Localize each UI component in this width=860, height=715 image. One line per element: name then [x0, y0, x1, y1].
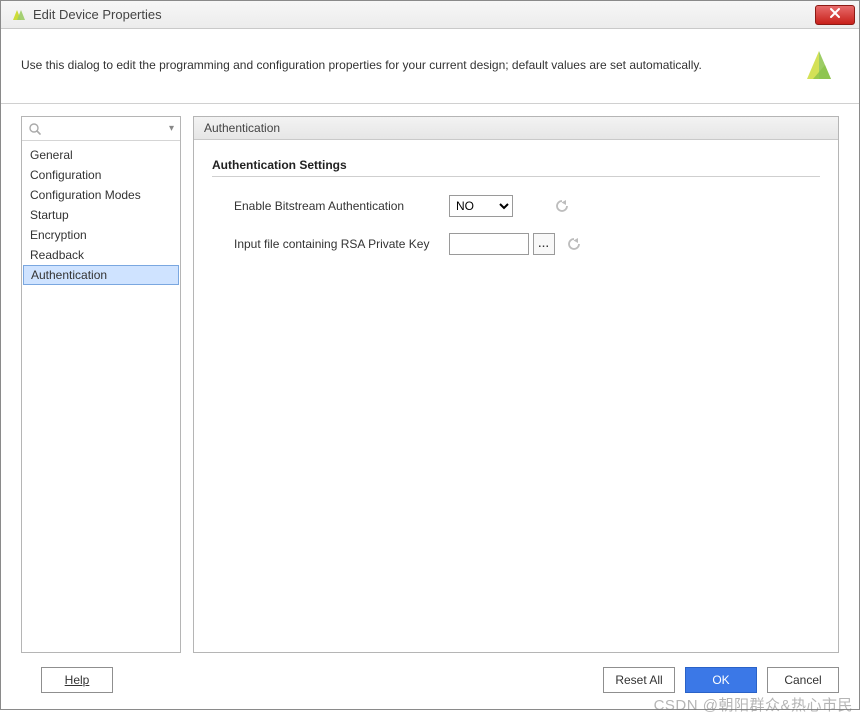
description-text: Use this dialog to edit the programming …	[21, 58, 787, 72]
ok-button[interactable]: OK	[685, 667, 757, 693]
sidebar-item-startup[interactable]: Startup	[22, 205, 180, 225]
search-input[interactable]	[44, 121, 167, 137]
sidebar-item-configuration-modes[interactable]: Configuration Modes	[22, 185, 180, 205]
brand-icon	[799, 45, 839, 85]
refresh-icon[interactable]	[565, 235, 583, 253]
sidebar-item-authentication[interactable]: Authentication	[23, 265, 179, 285]
app-icon	[9, 7, 25, 23]
help-button[interactable]: Help	[41, 667, 113, 693]
close-icon	[829, 7, 841, 22]
main-panel: Authentication Authentication Settings E…	[193, 116, 839, 653]
cancel-button[interactable]: Cancel	[767, 667, 839, 693]
sidebar: ▾ GeneralConfigurationConfiguration Mode…	[21, 116, 181, 653]
title-bar: Edit Device Properties	[1, 1, 859, 29]
sidebar-search: ▾	[22, 117, 180, 141]
section-title: Authentication Settings	[212, 158, 820, 172]
input-rsa-key-file[interactable]	[449, 233, 529, 255]
label-rsa-key-file: Input file containing RSA Private Key	[234, 237, 449, 251]
search-dropdown-icon[interactable]: ▾	[169, 123, 174, 134]
dialog-body: ▾ GeneralConfigurationConfiguration Mode…	[1, 104, 859, 653]
close-button[interactable]	[815, 5, 855, 25]
row-rsa-key-file: Input file containing RSA Private Key ..…	[212, 233, 820, 255]
dialog-window: Edit Device Properties Use this dialog t…	[0, 0, 860, 710]
sidebar-item-general[interactable]: General	[22, 145, 180, 165]
refresh-icon[interactable]	[553, 197, 571, 215]
help-button-label: Help	[65, 673, 90, 687]
reset-all-button[interactable]: Reset All	[603, 667, 675, 693]
select-enable-bitstream-auth[interactable]: NOYES	[449, 195, 513, 217]
row-enable-bitstream-auth: Enable Bitstream Authentication NOYES	[212, 195, 820, 217]
sidebar-list: GeneralConfigurationConfiguration ModesS…	[22, 141, 180, 652]
sidebar-item-readback[interactable]: Readback	[22, 245, 180, 265]
sidebar-item-configuration[interactable]: Configuration	[22, 165, 180, 185]
main-body: Authentication Settings Enable Bitstream…	[194, 140, 838, 652]
sidebar-item-encryption[interactable]: Encryption	[22, 225, 180, 245]
watermark-text: CSDN @朝阳群众&热心市民	[654, 694, 859, 715]
description-row: Use this dialog to edit the programming …	[1, 29, 859, 103]
main-header: Authentication	[194, 117, 838, 140]
label-enable-bitstream-auth: Enable Bitstream Authentication	[234, 199, 449, 213]
section-divider	[212, 176, 820, 177]
search-icon	[28, 122, 42, 136]
dialog-footer: Help Reset All OK Cancel CSDN @朝阳群众&热心市民	[1, 653, 859, 709]
window-title: Edit Device Properties	[31, 7, 815, 22]
browse-button[interactable]: ...	[533, 233, 555, 255]
